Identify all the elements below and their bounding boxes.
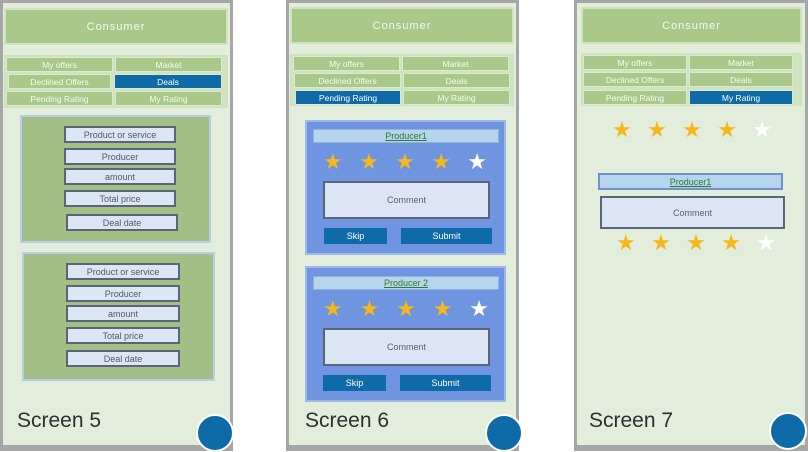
floating-action-button[interactable] [485,414,523,452]
product-field: Product or service [66,263,180,280]
tab-my-offers[interactable]: My offers [583,55,687,70]
star-filled-icon: ★ [717,118,737,143]
skip-button[interactable]: Skip [323,375,386,391]
star-filled-icon: ★ [651,231,671,256]
producer-name[interactable]: Producer 2 [313,276,499,290]
star-filled-icon[interactable]: ★ [431,152,451,174]
tab-deals[interactable]: Deals [114,74,222,89]
total-price-field: Total price [66,327,180,344]
comment-field: Comment [600,196,785,229]
star-empty-icon: ★ [752,118,772,143]
star-filled-icon[interactable]: ★ [323,152,343,174]
tab-deals[interactable]: Deals [403,73,510,88]
star-filled-icon[interactable]: ★ [395,152,415,174]
tab-market[interactable]: Market [689,55,793,70]
phone-screen-5: Consumer My offers Market Declined Offer… [0,0,234,452]
tab-my-offers[interactable]: My offers [293,56,400,71]
producer-name[interactable]: Producer1 [313,129,499,143]
rating-card: Producer 2 ★ ★ ★ ★ ★ Comment Skip Submit [305,266,506,402]
star-empty-icon[interactable]: ★ [469,299,489,321]
rating-card: Producer1 ★ ★ ★ ★ ★ Comment Skip Submit [305,120,506,255]
tab-pending-rating[interactable]: Pending Rating [295,90,401,105]
tab-my-rating[interactable]: My Rating [403,90,510,105]
phone-screen-6: Consumer My offers Market Declined Offer… [286,0,523,452]
star-rating[interactable]: ★ ★ ★ ★ ★ [323,299,489,321]
amount-field: amount [64,168,176,185]
star-filled-icon[interactable]: ★ [433,299,453,321]
consumer-header: Consumer [581,7,802,44]
tab-market[interactable]: Market [115,57,222,72]
deal-card[interactable]: Product or service Producer amount Total… [20,115,211,243]
star-filled-icon: ★ [686,231,706,256]
star-empty-icon: ★ [756,231,776,256]
comment-field[interactable]: Comment [323,328,490,366]
product-field: Product or service [64,126,176,143]
star-filled-icon: ★ [612,118,632,143]
tab-market[interactable]: Market [402,56,509,71]
deal-date-field: Deal date [66,350,180,367]
phone-screen-7: Consumer My offers Market Declined Offer… [574,0,808,451]
star-filled-icon[interactable]: ★ [323,299,343,321]
consumer-header: Consumer [290,7,514,44]
producer-field: Producer [66,285,180,302]
total-price-field: Total price [64,190,176,207]
comment-field[interactable]: Comment [323,181,490,219]
star-filled-icon: ★ [616,231,636,256]
tab-declined-offers[interactable]: Declined Offers [294,73,401,88]
consumer-header: Consumer [4,8,228,45]
tab-my-rating[interactable]: My Rating [689,90,793,105]
star-filled-icon[interactable]: ★ [359,152,379,174]
deal-card[interactable]: Product or service Producer amount Total… [22,252,215,381]
star-filled-icon: ★ [682,118,702,143]
producer-name[interactable]: Producer1 [598,173,783,190]
skip-button[interactable]: Skip [324,228,387,244]
star-filled-icon: ★ [721,231,741,256]
tab-declined-offers[interactable]: Declined Offers [583,72,687,87]
tab-pending-rating[interactable]: Pending Rating [583,90,687,105]
producer-star-rating: ★ ★ ★ ★ ★ [616,233,776,255]
submit-button[interactable]: Submit [400,375,491,391]
floating-action-button[interactable] [196,414,234,452]
star-filled-icon[interactable]: ★ [396,299,416,321]
overall-star-rating: ★ ★ ★ ★ ★ [612,120,772,142]
screen-label: Screen 5 [17,409,102,432]
submit-button[interactable]: Submit [401,228,492,244]
star-empty-icon[interactable]: ★ [467,152,487,174]
star-filled-icon: ★ [647,118,667,143]
star-rating[interactable]: ★ ★ ★ ★ ★ [323,152,487,174]
tab-deals[interactable]: Deals [689,72,793,87]
deal-date-field: Deal date [66,214,178,231]
tab-pending-rating[interactable]: Pending Rating [6,91,113,106]
tab-my-offers[interactable]: My offers [6,57,113,72]
floating-action-button[interactable] [769,412,807,450]
tab-my-rating[interactable]: My Rating [115,91,222,106]
amount-field: amount [66,305,180,322]
star-filled-icon[interactable]: ★ [360,299,380,321]
screen-label: Screen 7 [589,409,674,432]
producer-field: Producer [64,148,176,165]
tab-declined-offers[interactable]: Declined Offers [8,74,111,89]
screen-label: Screen 6 [305,409,390,432]
